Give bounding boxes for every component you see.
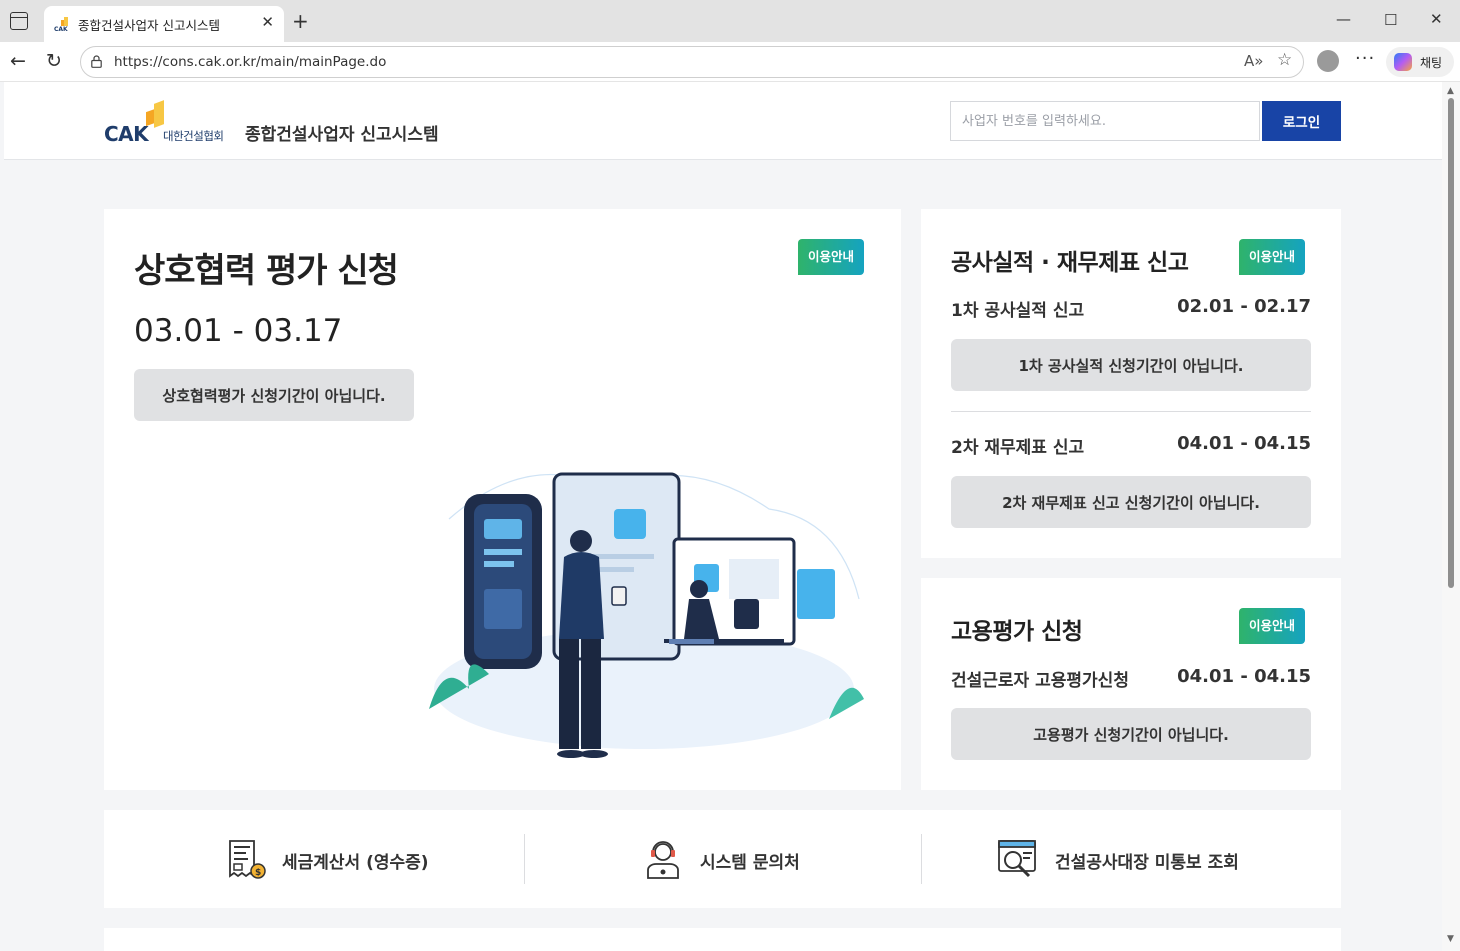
back-icon[interactable]: ← [10, 50, 26, 72]
business-number-input[interactable] [950, 101, 1260, 141]
quick-link-tax-invoice-label: 세금계산서 (영수증) [282, 853, 429, 873]
site-favicon-icon: CAK [54, 17, 68, 32]
svg-text:CAK: CAK [54, 26, 68, 32]
quick-link-system-contact[interactable]: 시스템 문의처 [524, 810, 921, 908]
scroll-down-icon[interactable]: ▼ [1447, 934, 1454, 944]
mutual-guide-badge[interactable]: 이용안내 [798, 239, 865, 275]
svg-text:$: $ [255, 868, 261, 878]
report-row-2-label: 2차 재무제표 신고 [951, 438, 1085, 458]
favorite-star-icon[interactable]: ☆ [1277, 50, 1292, 70]
url-text: https://cons.cak.or.kr/main/mainPage.do [114, 54, 387, 70]
support-agent-icon [647, 841, 679, 879]
logo-text: CAK [104, 122, 149, 146]
employment-guide-badge[interactable]: 이용안내 [1239, 608, 1306, 644]
scrollbar-thumb[interactable] [1448, 98, 1454, 588]
refresh-icon[interactable]: ↻ [46, 50, 62, 72]
employment-apply-button[interactable]: 고용평가 신청기간이 아닙니다. [951, 708, 1311, 760]
quick-link-ledger-lookup-label: 건설공사대장 미통보 조회 [1055, 853, 1239, 873]
scroll-up-icon[interactable]: ▲ [1447, 86, 1454, 96]
report-row-2-button[interactable]: 2차 재무제표 신고 신청기간이 아닙니다. [951, 476, 1311, 528]
browser-tab[interactable]: CAK 종합건설사업자 신고시스템 ✕ [44, 6, 284, 42]
quick-link-ledger-lookup[interactable]: 건설공사대장 미통보 조회 [921, 810, 1341, 908]
mutual-evaluation-card: 상호협력 평가 신청 이용안내 03.01 - 03.17 상호협력평가 신청기… [104, 209, 901, 790]
employment-title: 고용평가 신청 [951, 619, 1083, 645]
tab-title: 종합건설사업자 신고시스템 [78, 18, 220, 33]
address-bar[interactable]: https://cons.cak.or.kr/main/mainPage.do … [80, 46, 1304, 78]
lock-icon [91, 55, 102, 68]
report-guide-badge[interactable]: 이용안내 [1239, 239, 1306, 275]
site-header: CAK 대한건설협회 종합건설사업자 신고시스템 로그인 [4, 82, 1442, 160]
browser-toolbar: ← ↻ https://cons.cak.or.kr/main/mainPage… [0, 42, 1460, 82]
tab-close-icon[interactable]: ✕ [261, 13, 274, 31]
more-options-icon[interactable]: ··· [1355, 48, 1375, 69]
office-illustration [429, 472, 864, 758]
report-row-1-date: 02.01 - 02.17 [1177, 296, 1311, 317]
quick-link-system-contact-label: 시스템 문의처 [700, 853, 800, 873]
read-aloud-icon[interactable]: A» [1244, 52, 1263, 70]
window-close-icon[interactable]: ✕ [1430, 10, 1443, 28]
document-search-icon [998, 840, 1036, 878]
login-button[interactable]: 로그인 [1262, 101, 1341, 141]
cak-logo[interactable]: CAK 대한건설협회 [104, 100, 234, 146]
logo-mark-accent-icon [154, 100, 164, 128]
logo-org-name: 대한건설협회 [163, 129, 224, 143]
site-title: 종합건설사업자 신고시스템 [245, 125, 439, 145]
employment-evaluation-card: 고용평가 신청 이용안내 건설근로자 고용평가신청 04.01 - 04.15 … [921, 578, 1341, 790]
copilot-button[interactable]: 채팅 [1386, 47, 1454, 77]
quick-link-tax-invoice[interactable]: $ 세금계산서 (영수증) [104, 810, 524, 908]
tab-actions-icon[interactable] [10, 12, 28, 30]
mutual-date: 03.01 - 03.17 [134, 313, 343, 349]
maximize-icon[interactable]: ☐ [1384, 11, 1397, 29]
next-section-card [104, 928, 1341, 951]
page-scrollbar[interactable]: ▲ ▼ [1442, 82, 1460, 951]
receipt-icon: $ [229, 840, 266, 879]
copilot-icon [1394, 53, 1412, 71]
report-row-1-label: 1차 공사실적 신고 [951, 301, 1085, 321]
quick-links-bar: $ 세금계산서 (영수증) 시스템 문의처 건설공사대장 미통보 조회 [104, 810, 1341, 908]
copilot-label: 채팅 [1420, 56, 1443, 70]
new-tab-icon[interactable]: + [292, 9, 309, 33]
report-row-2-date: 04.01 - 04.15 [1177, 433, 1311, 454]
mutual-apply-button[interactable]: 상호협력평가 신청기간이 아닙니다. [134, 369, 414, 421]
employment-label: 건설근로자 고용평가신청 [951, 671, 1129, 691]
report-divider [951, 411, 1311, 412]
report-row-1-button[interactable]: 1차 공사실적 신청기간이 아닙니다. [951, 339, 1311, 391]
minimize-icon[interactable]: — [1336, 10, 1351, 28]
employment-date: 04.01 - 04.15 [1177, 666, 1311, 687]
construction-report-card: 공사실적 · 재무제표 신고 이용안내 1차 공사실적 신고 02.01 - 0… [921, 209, 1341, 558]
page-content: CAK 대한건설협회 종합건설사업자 신고시스템 로그인 상호협력 평가 신청 … [0, 82, 1442, 951]
profile-avatar[interactable] [1317, 50, 1339, 72]
report-title: 공사실적 · 재무제표 신고 [951, 250, 1189, 276]
browser-tabbar: CAK 종합건설사업자 신고시스템 ✕ + — ☐ ✕ [0, 0, 1460, 42]
mutual-title: 상호협력 평가 신청 [134, 251, 399, 291]
